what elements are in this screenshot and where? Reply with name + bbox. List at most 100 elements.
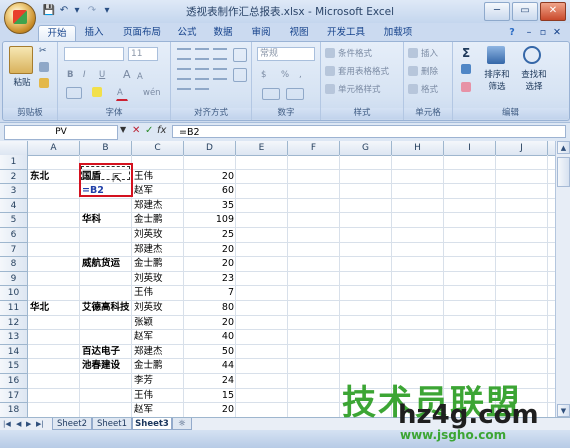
wrap-text-icon[interactable] xyxy=(233,48,247,62)
align-center-icon[interactable] xyxy=(195,68,209,80)
scroll-thumb[interactable] xyxy=(557,157,570,187)
row-header[interactable]: 14 xyxy=(0,344,28,360)
cell-d14[interactable]: 50 xyxy=(186,345,234,360)
insert-function-icon[interactable]: fx xyxy=(157,125,166,136)
underline-button[interactable]: U xyxy=(98,68,110,82)
cell-d12[interactable]: 20 xyxy=(186,316,234,331)
fill-color-icon[interactable] xyxy=(92,87,102,97)
row-header[interactable]: 15 xyxy=(0,359,28,374)
cell-a2[interactable]: 东北 xyxy=(30,170,78,185)
cell-d15[interactable]: 44 xyxy=(186,359,234,374)
redo-icon[interactable]: ↷ xyxy=(86,4,98,18)
increase-indent-icon[interactable] xyxy=(195,88,209,98)
row-header[interactable]: 6 xyxy=(0,228,28,243)
formula-input[interactable]: =B2 xyxy=(172,125,566,138)
cell-d6[interactable]: 25 xyxy=(186,228,234,243)
row-header[interactable]: 12 xyxy=(0,315,28,331)
ribbon-restore-icon[interactable]: ▫ xyxy=(538,25,548,41)
format-as-table-button[interactable]: 套用表格格式 xyxy=(337,65,403,79)
enter-icon[interactable]: ✓ xyxy=(145,125,153,136)
column-header-b[interactable]: B xyxy=(80,141,132,155)
sort-filter-button[interactable]: 排序和 筛选 xyxy=(479,68,515,94)
insert-sheet-icon[interactable]: ☼ xyxy=(172,418,192,430)
row-header[interactable]: 2 xyxy=(0,169,28,185)
increase-decimal-icon[interactable] xyxy=(262,88,280,100)
paste-button[interactable]: 粘贴 xyxy=(7,76,37,90)
close-button[interactable]: ✕ xyxy=(540,2,566,21)
row-header[interactable]: 9 xyxy=(0,271,28,287)
cell-d8[interactable]: 20 xyxy=(186,257,234,272)
cell-d11[interactable]: 80 xyxy=(186,301,234,316)
delete-button[interactable]: 删除 xyxy=(420,65,452,79)
grow-font-button[interactable]: A xyxy=(122,68,134,82)
cell-b8[interactable]: 威航货运 xyxy=(82,257,130,272)
number-format-select[interactable]: 常规 xyxy=(257,47,315,61)
tab-review[interactable]: 审阅 xyxy=(246,25,276,41)
cell-b14[interactable]: 百达电子 xyxy=(82,345,130,360)
undo-icon[interactable]: ↶ xyxy=(58,4,70,18)
sheet-tab-sheet3[interactable]: Sheet3 xyxy=(132,418,172,430)
ribbon-close-icon[interactable]: ✕ xyxy=(552,25,562,41)
sheet-tab-sheet2[interactable]: Sheet2 xyxy=(52,418,92,430)
align-left-icon[interactable] xyxy=(177,68,191,80)
cell-d17[interactable]: 15 xyxy=(186,389,234,404)
tab-addins[interactable]: 加载项 xyxy=(378,25,418,41)
minimize-button[interactable]: ─ xyxy=(484,2,510,21)
align-middle-icon[interactable] xyxy=(195,48,209,60)
name-box[interactable]: PV xyxy=(4,125,118,140)
tab-developer[interactable]: 开发工具 xyxy=(322,25,370,41)
office-button[interactable] xyxy=(4,2,36,34)
cell-b5[interactable]: 华科 xyxy=(82,213,130,228)
cell-c18[interactable]: 赵军 xyxy=(134,403,182,418)
cell-d13[interactable]: 40 xyxy=(186,330,234,345)
italic-button[interactable]: I xyxy=(82,68,94,82)
row-header[interactable]: 11 xyxy=(0,301,28,316)
cell-c3[interactable]: 赵军 xyxy=(134,184,182,199)
column-header-e[interactable]: E xyxy=(236,141,288,155)
save-icon[interactable]: 💾 xyxy=(42,4,56,18)
column-header-h[interactable]: H xyxy=(392,141,444,155)
cell-b15[interactable]: 池春建设 xyxy=(82,359,130,374)
autosum-button[interactable]: Σ xyxy=(461,46,475,60)
cell-d7[interactable]: 20 xyxy=(186,243,234,258)
cell-d2[interactable]: 20 xyxy=(186,170,234,185)
decrease-decimal-icon[interactable] xyxy=(286,88,304,100)
column-header-d[interactable]: D xyxy=(184,141,236,155)
row-header[interactable]: 16 xyxy=(0,374,28,389)
column-header-c[interactable]: C xyxy=(132,141,184,155)
cell-d9[interactable]: 23 xyxy=(186,272,234,287)
column-header-a[interactable]: A xyxy=(28,141,80,155)
row-header[interactable]: 4 xyxy=(0,198,28,214)
cell-c9[interactable]: 刘英玫 xyxy=(134,272,182,287)
cell-a11[interactable]: 华北 xyxy=(30,301,78,316)
row-header[interactable]: 17 xyxy=(0,388,28,404)
cell-c6[interactable]: 刘英玫 xyxy=(134,228,182,243)
name-box-dropdown-icon[interactable]: ▼ xyxy=(120,125,126,134)
row-header[interactable]: 18 xyxy=(0,403,28,418)
tab-page-layout[interactable]: 页面布局 xyxy=(116,25,168,41)
shrink-font-button[interactable]: A xyxy=(136,70,148,84)
cell-d3[interactable]: 60 xyxy=(186,184,234,199)
paste-icon[interactable] xyxy=(9,46,33,74)
row-header[interactable]: 1 xyxy=(0,155,28,170)
row-header[interactable]: 7 xyxy=(0,242,28,258)
prev-sheet-icon[interactable]: ◀ xyxy=(16,418,21,430)
format-painter-icon[interactable] xyxy=(39,78,49,88)
align-top-icon[interactable] xyxy=(177,48,191,60)
comma-button[interactable]: , xyxy=(298,68,310,82)
cell-d4[interactable]: 35 xyxy=(186,199,234,214)
cell-c7[interactable]: 郑建杰 xyxy=(134,243,182,258)
border-icon[interactable] xyxy=(66,87,82,99)
insert-button[interactable]: 插入 xyxy=(420,47,452,61)
vertical-scrollbar[interactable]: ▲ ▼ xyxy=(555,141,570,417)
column-header-i[interactable]: I xyxy=(444,141,496,155)
ribbon-minimize-icon[interactable]: – xyxy=(524,25,534,41)
restore-button[interactable]: ▭ xyxy=(512,2,538,21)
cell-d18[interactable]: 20 xyxy=(186,403,234,418)
select-all-corner[interactable] xyxy=(0,141,28,155)
column-header-g[interactable]: G xyxy=(340,141,392,155)
currency-button[interactable]: $ xyxy=(260,68,272,82)
row-header[interactable]: 8 xyxy=(0,257,28,272)
scroll-down-icon[interactable]: ▼ xyxy=(557,404,570,417)
cell-c8[interactable]: 金士鹏 xyxy=(134,257,182,272)
